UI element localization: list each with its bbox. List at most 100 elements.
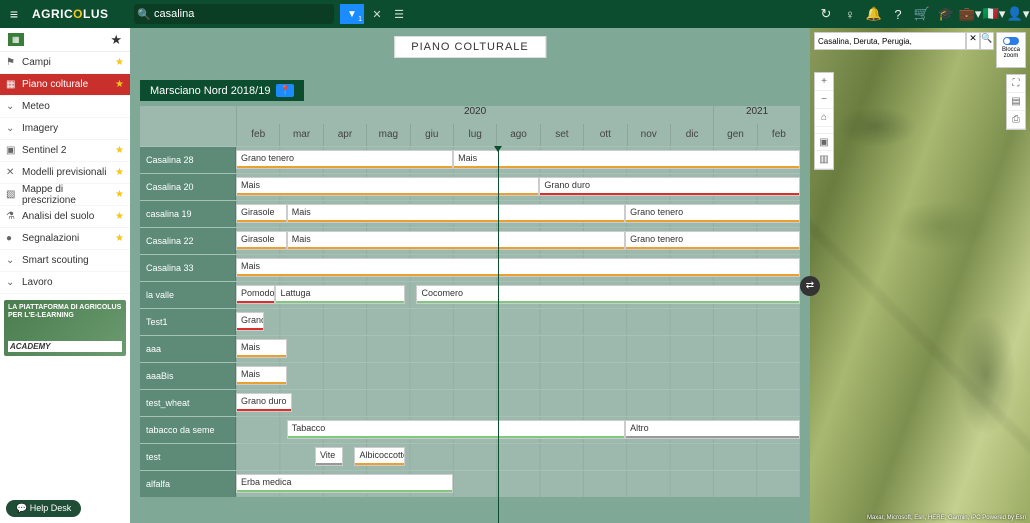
sidebar-item-analisi-del-suolo[interactable]: ⚗Analisi del suolo★: [0, 206, 130, 228]
user-icon[interactable]: 👤▾: [1006, 6, 1030, 22]
row-label[interactable]: Test1: [140, 309, 236, 335]
academy-banner[interactable]: LA PIATTAFORMA DI AGRICOLUS PER L'E-LEAR…: [4, 300, 126, 356]
clear-search-button[interactable]: ✕: [368, 8, 386, 21]
map-search-input[interactable]: [814, 32, 966, 50]
star-icon: ★: [115, 57, 124, 68]
crop-bar[interactable]: Mais: [287, 231, 625, 250]
flag-icon[interactable]: 🇮🇹▾: [982, 6, 1006, 22]
graduation-icon[interactable]: 🎓: [934, 6, 958, 22]
expand-button[interactable]: ⛶: [1007, 75, 1025, 93]
search-input[interactable]: [154, 8, 334, 20]
row-label[interactable]: test: [140, 444, 236, 470]
helpdesk-button[interactable]: 💬 Help Desk: [6, 500, 81, 517]
crop-bar[interactable]: Lattuga: [275, 285, 405, 304]
gantt-row: Casalina 28Grano teneroMais: [140, 146, 800, 173]
sidebar-icon: ●: [6, 233, 22, 244]
crop-bar[interactable]: Grano duro: [236, 393, 292, 412]
month-gen: gen: [713, 124, 756, 146]
crop-bar[interactable]: Cocomero: [416, 285, 800, 304]
crop-bar[interactable]: Mais: [453, 150, 800, 169]
grid-view-icon[interactable]: ▦: [8, 33, 24, 46]
crop-bar[interactable]: Albicoccotto: [354, 447, 405, 466]
gantt-row: Casalina 22GirasoleMaisGrano tenero: [140, 227, 800, 254]
crop-bar[interactable]: Grano tenero: [625, 204, 800, 223]
crop-bar[interactable]: Tabacco: [287, 420, 625, 439]
sidebar-item-sentinel-2[interactable]: ▣Sentinel 2★: [0, 140, 130, 162]
crop-bar[interactable]: Grano duro: [236, 312, 264, 331]
cart-icon[interactable]: 🛒: [910, 6, 934, 22]
zoom-in-button[interactable]: +: [815, 73, 833, 91]
sidebar-item-smart-scouting[interactable]: ⌄Smart scouting: [0, 250, 130, 272]
star-icon: ★: [115, 79, 124, 90]
crop-bar[interactable]: Grano duro: [539, 177, 800, 196]
zoom-out-button[interactable]: −: [815, 91, 833, 109]
month-set: set: [540, 124, 583, 146]
map-search-button[interactable]: 🔍: [980, 32, 994, 50]
map-panel[interactable]: ✕ 🔍 Blocca zoom + − ⌂ ▣ ▥ ⛶ ▤ ⎙ ⇄ Maxar,…: [810, 28, 1030, 523]
sidebar-item-segnalazioni[interactable]: ●Segnalazioni★: [0, 228, 130, 250]
map-attribution: Maxar, Microsoft, Esri, HERE, Garmin, iP…: [867, 515, 1026, 521]
crop-bar[interactable]: Pomodor: [236, 285, 275, 304]
print-button[interactable]: ⎙: [1007, 111, 1025, 129]
crop-bar[interactable]: Mais: [236, 177, 539, 196]
sidebar-icon: ⌄: [6, 123, 22, 134]
row-label[interactable]: tabacco da seme: [140, 417, 236, 443]
sidebar-item-lavoro[interactable]: ⌄Lavoro: [0, 272, 130, 294]
logo[interactable]: AGRICOLUS: [28, 7, 128, 21]
star-icon: ★: [115, 233, 124, 244]
sidebar-item-label: Meteo: [22, 101, 124, 112]
row-label[interactable]: test_wheat: [140, 390, 236, 416]
row-label[interactable]: aaa: [140, 336, 236, 362]
crop-bar[interactable]: Mais: [287, 204, 625, 223]
crop-bar[interactable]: Erba medica: [236, 474, 453, 493]
briefcase-icon[interactable]: 💼▾: [958, 6, 982, 22]
row-label[interactable]: la valle: [140, 282, 236, 308]
star-icon: ★: [115, 189, 124, 200]
crop-bar[interactable]: Girasole: [236, 204, 287, 223]
menu-button[interactable]: ≡: [0, 6, 28, 22]
sidebar-item-modelli-previsionali[interactable]: ✕Modelli previsionali★: [0, 162, 130, 184]
layers-button[interactable]: ▣: [815, 133, 833, 151]
filter-button[interactable]: ▼1: [340, 4, 364, 24]
sidebar-item-campi[interactable]: ⚑Campi★: [0, 52, 130, 74]
sidebar-item-mappe-di-prescrizione[interactable]: ▧Mappe di prescrizione★: [0, 184, 130, 206]
row-track: Erba medica: [236, 471, 800, 497]
history-icon[interactable]: ↻: [814, 6, 838, 22]
crop-bar[interactable]: Mais: [236, 258, 800, 277]
bell-icon[interactable]: 🔔: [862, 6, 886, 22]
sidebar-item-imagery[interactable]: ⌄Imagery: [0, 118, 130, 140]
home-button[interactable]: ⌂: [815, 109, 833, 127]
gantt-row: Test1Grano duro: [140, 308, 800, 335]
crop-bar[interactable]: Altro: [625, 420, 800, 439]
crop-bar[interactable]: Grano tenero: [625, 231, 800, 250]
gantt-row: Casalina 33Mais: [140, 254, 800, 281]
sidebar-item-piano-colturale[interactable]: ▦Piano colturale★: [0, 74, 130, 96]
help-icon[interactable]: ?: [886, 7, 910, 22]
crop-bar[interactable]: Mais: [236, 339, 287, 358]
row-label[interactable]: casalina 19: [140, 201, 236, 227]
row-label[interactable]: aaaBis: [140, 363, 236, 389]
crop-bar[interactable]: Vite: [315, 447, 343, 466]
crop-bar[interactable]: Grano tenero: [236, 150, 453, 169]
panel-drag-handle[interactable]: ⇄: [800, 276, 820, 296]
crop-bar[interactable]: Mais: [236, 366, 287, 385]
row-label[interactable]: Casalina 20: [140, 174, 236, 200]
row-label[interactable]: Casalina 28: [140, 147, 236, 173]
sidebar-item-meteo[interactable]: ⌄Meteo: [0, 96, 130, 118]
map-search-clear[interactable]: ✕: [966, 32, 980, 50]
crop-bar[interactable]: Girasole: [236, 231, 287, 250]
bulb-icon[interactable]: ♀: [838, 7, 862, 22]
layers2-button[interactable]: ▤: [1007, 93, 1025, 111]
list-view-button[interactable]: ☰: [390, 8, 408, 21]
row-track: MaisGrano duro: [236, 174, 800, 200]
map-lock-zoom[interactable]: Blocca zoom: [996, 32, 1026, 68]
row-label[interactable]: Casalina 33: [140, 255, 236, 281]
farm-header[interactable]: Marsciano Nord 2018/19 📍: [140, 80, 304, 101]
pin-icon[interactable]: 📍: [276, 84, 293, 97]
row-label[interactable]: alfalfa: [140, 471, 236, 497]
current-time-line: [498, 146, 499, 523]
row-label[interactable]: Casalina 22: [140, 228, 236, 254]
gantt-row: la vallePomodorLattuga Cocomero: [140, 281, 800, 308]
measure-button[interactable]: ▥: [815, 151, 833, 169]
favorite-icon[interactable]: ★: [110, 32, 122, 48]
